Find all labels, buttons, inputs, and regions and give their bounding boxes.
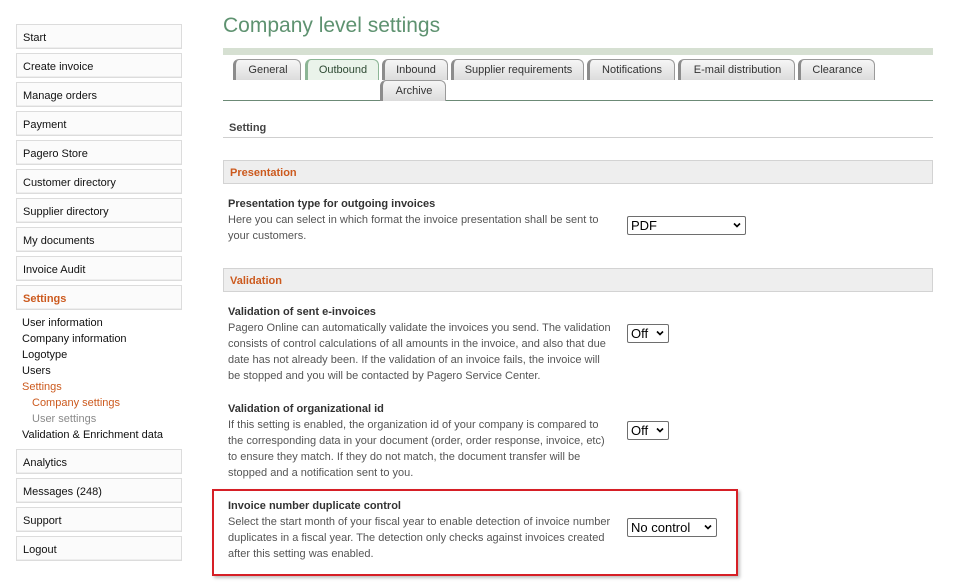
- presentation-type-select[interactable]: PDF: [627, 216, 746, 235]
- tab-notifications[interactable]: Notifications: [587, 59, 675, 80]
- nav-supplier-directory[interactable]: Supplier directory: [16, 198, 182, 223]
- subnav-settings[interactable]: Settings: [22, 379, 182, 395]
- nav-logout[interactable]: Logout: [16, 536, 182, 561]
- tab-email-distribution[interactable]: E-mail distribution: [678, 59, 795, 80]
- select-value: Off: [631, 326, 649, 341]
- chevron-down-icon: [656, 427, 664, 433]
- setting-title: Validation of sent e-invoices: [228, 306, 376, 318]
- section-header-presentation: Presentation: [223, 160, 933, 184]
- nav-settings[interactable]: Settings: [16, 285, 182, 310]
- nav-invoice-audit[interactable]: Invoice Audit: [16, 256, 182, 281]
- subnav-company-information[interactable]: Company information: [22, 331, 182, 347]
- select-value: Off: [631, 423, 649, 438]
- setting-column-label: Setting: [229, 122, 267, 134]
- nav-create-invoice[interactable]: Create invoice: [16, 53, 182, 78]
- page-title: Company level settings: [223, 14, 441, 37]
- tab-outbound[interactable]: Outbound: [305, 59, 379, 80]
- nav-start[interactable]: Start: [16, 24, 182, 49]
- section-header-validation: Validation: [223, 268, 933, 292]
- nav-manage-orders[interactable]: Manage orders: [16, 82, 182, 107]
- nav-support[interactable]: Support: [16, 507, 182, 532]
- tab-general[interactable]: General: [233, 59, 301, 80]
- setting-title: Validation of organizational id: [228, 403, 384, 415]
- subnav-logotype[interactable]: Logotype: [22, 347, 182, 363]
- subnav-users[interactable]: Users: [22, 363, 182, 379]
- nav-my-documents[interactable]: My documents: [16, 227, 182, 252]
- select-value: PDF: [631, 218, 657, 233]
- tab-clearance[interactable]: Clearance: [798, 59, 875, 80]
- setting-divider: [223, 137, 933, 138]
- setting-row-validation-sent: Validation of sent e-invoices Pagero Onl…: [228, 304, 613, 384]
- subnav-user-settings[interactable]: User settings: [22, 411, 182, 427]
- tab-archive[interactable]: Archive: [380, 80, 446, 101]
- setting-row-presentation-type: Presentation type for outgoing invoices …: [228, 196, 613, 244]
- validation-sent-select[interactable]: Off: [627, 324, 669, 343]
- nav-customer-directory[interactable]: Customer directory: [16, 169, 182, 194]
- setting-description: Here you can select in which format the …: [228, 214, 599, 242]
- nav-analytics[interactable]: Analytics: [16, 449, 182, 474]
- sidebar-nav: Start Create invoice Manage orders Payme…: [16, 24, 182, 565]
- validation-orgid-select[interactable]: Off: [627, 421, 669, 440]
- settings-subnav: User information Company information Log…: [16, 314, 182, 449]
- nav-payment[interactable]: Payment: [16, 111, 182, 136]
- tab-inbound[interactable]: Inbound: [382, 59, 448, 80]
- subnav-validation-enrichment[interactable]: Validation & Enrichment data: [22, 427, 182, 443]
- nav-pagero-store[interactable]: Pagero Store: [16, 140, 182, 165]
- title-divider: [223, 48, 933, 55]
- setting-description: Pagero Online can automatically validate…: [228, 322, 611, 382]
- setting-row-validation-orgid: Validation of organizational id If this …: [228, 401, 613, 481]
- subnav-user-information[interactable]: User information: [22, 315, 182, 331]
- nav-messages[interactable]: Messages (248): [16, 478, 182, 503]
- chevron-down-icon: [733, 222, 741, 228]
- highlight-box: [212, 489, 738, 576]
- settings-tabs: General Outbound Inbound Supplier requir…: [223, 58, 933, 101]
- setting-description: If this setting is enabled, the organiza…: [228, 419, 605, 479]
- chevron-down-icon: [656, 330, 664, 336]
- setting-title: Presentation type for outgoing invoices: [228, 198, 436, 210]
- subnav-company-settings[interactable]: Company settings: [22, 395, 182, 411]
- tab-supplier-requirements[interactable]: Supplier requirements: [451, 59, 584, 80]
